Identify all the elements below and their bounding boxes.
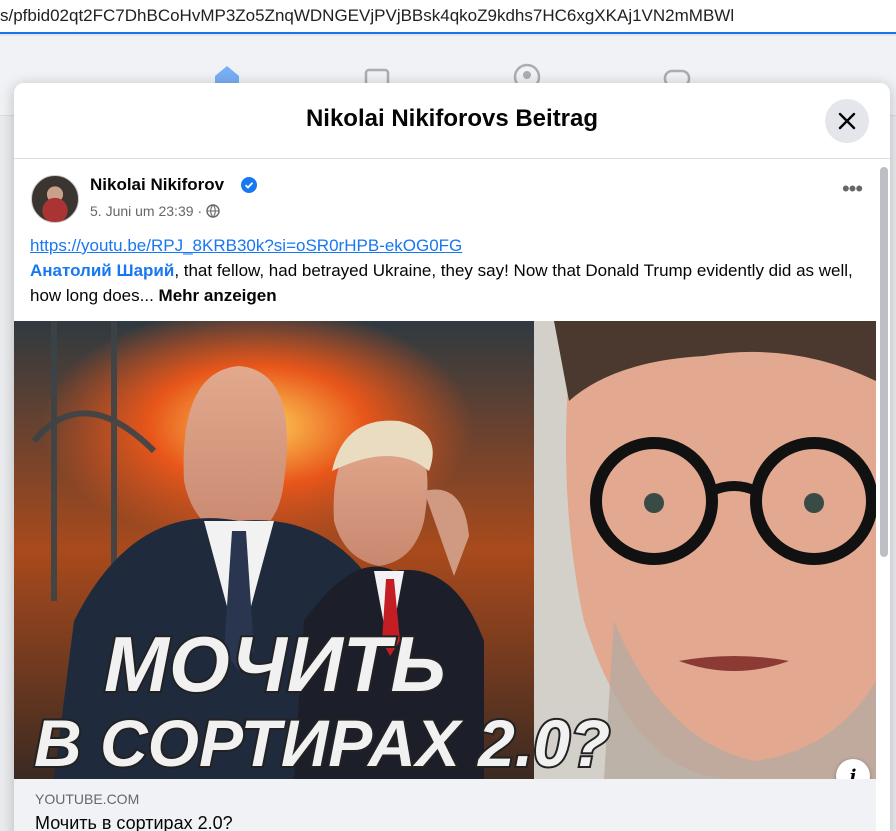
close-icon [838, 112, 856, 130]
see-more-button[interactable]: Mehr anzeigen [159, 286, 277, 305]
more-options-icon[interactable]: ••• [840, 178, 864, 207]
dialog-header: Nikolai Nikiforovs Beitrag [14, 83, 890, 159]
mention-link[interactable]: Анатолий Шарий [30, 261, 174, 280]
thumbnail-title-line1: МОЧИТЬ [104, 620, 446, 708]
scrollbar[interactable] [876, 159, 890, 831]
post-timestamp[interactable]: 5. Juni um 23:39 [90, 203, 194, 219]
url-text[interactable]: s/pfbid02qt2FC7DhBCoHvMP3Zo5ZnqWDNGEVjPV… [0, 6, 734, 26]
link-domain: YOUTUBE.COM [35, 791, 140, 807]
close-button[interactable] [825, 99, 869, 143]
link-preview[interactable]: YOUTUBE.COM Мочить в сортирах 2.0? [14, 779, 876, 831]
address-bar[interactable]: s/pfbid02qt2FC7DhBCoHvMP3Zo5ZnqWDNGEVjPV… [0, 0, 896, 34]
globe-icon [206, 204, 220, 218]
post-dialog: Nikolai Nikiforovs Beitrag Nikolai Nikif… [14, 83, 890, 831]
post-body: https://youtu.be/RPJ_8KRB30k?si=oSR0rHPB… [30, 233, 870, 308]
meta-separator: · [197, 203, 203, 219]
link-title[interactable]: Мочить в сортирах 2.0? [35, 813, 233, 831]
thumbnail-artwork: МОЧИТЬ В СОРТИРАХ 2.0? [14, 321, 876, 779]
dialog-title: Nikolai Nikiforovs Beitrag [305, 105, 599, 132]
video-thumbnail[interactable]: МОЧИТЬ В СОРТИРАХ 2.0? [14, 321, 876, 779]
scrollbar-thumb[interactable] [880, 167, 888, 557]
verified-icon [241, 177, 257, 193]
author-avatar[interactable] [31, 175, 79, 223]
author-name[interactable]: Nikolai Nikiforov [90, 175, 224, 195]
post-link[interactable]: https://youtu.be/RPJ_8KRB30k?si=oSR0rHPB… [30, 236, 462, 255]
thumbnail-title-line2: В СОРТИРАХ 2.0? [34, 706, 610, 779]
post-meta: 5. Juni um 23:39 · [90, 203, 220, 219]
